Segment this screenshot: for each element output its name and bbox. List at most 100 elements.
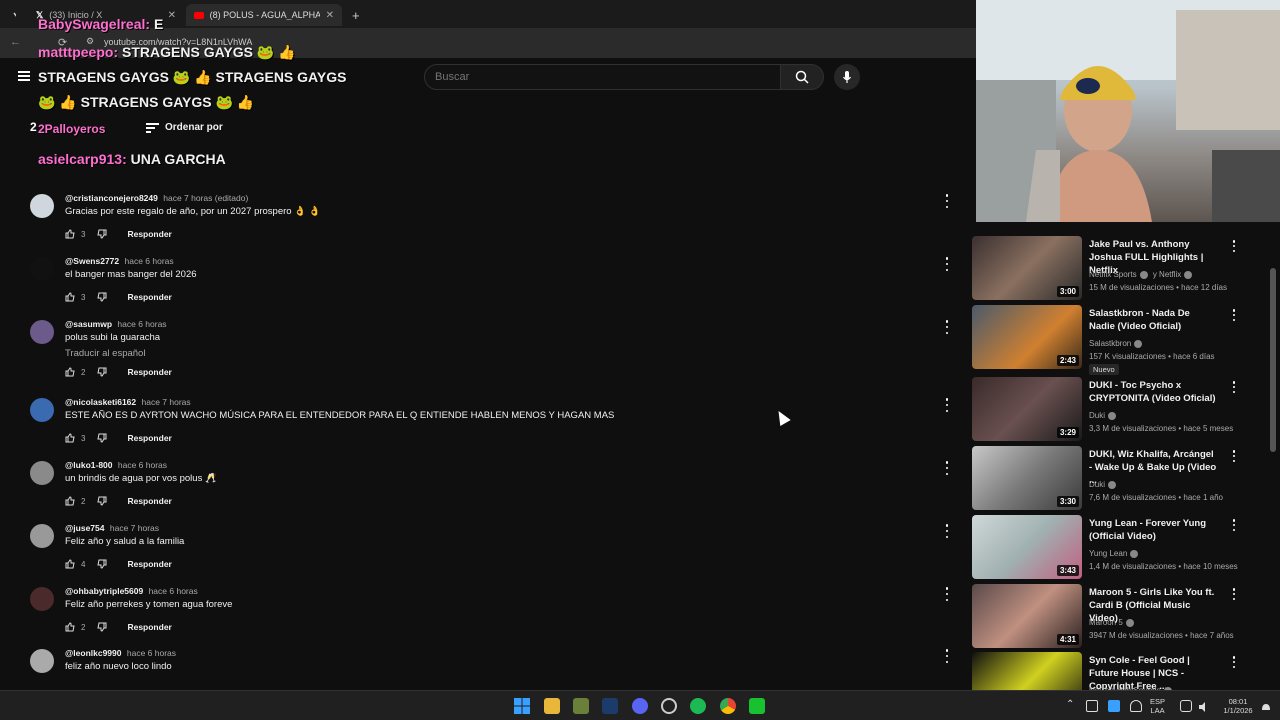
reply-button[interactable]: Responder — [127, 292, 171, 302]
video-channel[interactable]: Duki — [1089, 480, 1117, 489]
like-icon[interactable] — [65, 496, 75, 506]
avatar[interactable] — [30, 194, 54, 218]
dislike-icon[interactable] — [97, 367, 107, 377]
chrome-icon[interactable] — [720, 698, 736, 714]
avatar[interactable] — [30, 461, 54, 485]
related-video[interactable]: 3:30 DUKI, Wiz Khalifa, Arcángel - Wake … — [972, 446, 1272, 510]
dislike-icon[interactable] — [97, 559, 107, 569]
steam-icon[interactable] — [602, 698, 618, 714]
more-options-icon[interactable] — [942, 587, 952, 601]
comment-author[interactable]: @Swens2772 — [65, 256, 119, 266]
microphone-icon[interactable] — [1130, 700, 1142, 712]
kick-icon[interactable] — [749, 698, 765, 714]
voice-search-button[interactable] — [834, 64, 860, 90]
reply-button[interactable]: Responder — [127, 559, 171, 569]
video-title[interactable]: Salastkbron - Nada De Nadie (Video Ofici… — [1089, 307, 1217, 333]
comment-time[interactable]: hace 7 horas — [142, 397, 191, 407]
comment-time[interactable]: hace 6 horas — [117, 319, 166, 329]
more-options-icon[interactable] — [942, 461, 952, 475]
more-options-icon[interactable] — [1230, 309, 1238, 321]
avatar[interactable] — [30, 524, 54, 548]
related-video[interactable]: 2:43 Salastkbron - Nada De Nadie (Video … — [972, 305, 1272, 375]
like-icon[interactable] — [65, 367, 75, 377]
comment-time[interactable]: hace 6 horas — [118, 460, 167, 470]
related-video[interactable]: 3:00 Jake Paul vs. Anthony Joshua FULL H… — [972, 236, 1272, 300]
dislike-icon[interactable] — [97, 622, 107, 632]
more-options-icon[interactable] — [1230, 381, 1238, 393]
video-title[interactable]: Yung Lean - Forever Yung (Official Video… — [1089, 517, 1217, 543]
close-icon[interactable]: ✕ — [326, 10, 334, 21]
avatar[interactable] — [30, 257, 54, 281]
scrollbar[interactable] — [1270, 268, 1276, 452]
video-channel[interactable]: Netflix Sports y Netflix — [1089, 270, 1193, 279]
comment-author[interactable]: @luko1-800 — [65, 460, 113, 470]
menu-icon[interactable] — [18, 71, 30, 81]
related-video[interactable]: 4:31 Maroon 5 - Girls Like You ft. Cardi… — [972, 584, 1272, 648]
search-button[interactable] — [780, 64, 824, 90]
related-video[interactable]: 3:29 DUKI - Toc Psycho x CRYPTONITA (Vid… — [972, 377, 1272, 441]
clock[interactable]: 08:01 1/1/2026 — [1220, 697, 1256, 715]
dislike-icon[interactable] — [97, 496, 107, 506]
network-icon[interactable] — [1180, 700, 1192, 712]
comment-author[interactable]: @juse754 — [65, 523, 104, 533]
comment-author[interactable]: @leonlkc9990 — [65, 648, 122, 658]
like-icon[interactable] — [65, 433, 75, 443]
windows-start-icon[interactable] — [514, 698, 530, 714]
comment-time[interactable]: hace 6 horas — [125, 256, 174, 266]
avatar[interactable] — [30, 320, 54, 344]
video-thumbnail[interactable]: 4:31 — [972, 584, 1082, 648]
comment-author[interactable]: @ohbabytriple5609 — [65, 586, 143, 596]
more-options-icon[interactable] — [1230, 656, 1238, 668]
more-options-icon[interactable] — [942, 524, 952, 538]
reply-button[interactable]: Responder — [127, 496, 171, 506]
spotify-icon[interactable] — [690, 698, 706, 714]
close-icon[interactable]: ✕ — [168, 10, 176, 21]
like-icon[interactable] — [65, 229, 75, 239]
comment-author[interactable]: @sasumwp — [65, 319, 112, 329]
video-thumbnail[interactable]: 3:29 — [972, 377, 1082, 441]
video-title[interactable]: DUKI - Toc Psycho x CRYPTONITA (Video Of… — [1089, 379, 1217, 405]
file-explorer-icon[interactable] — [544, 698, 560, 714]
volume-icon[interactable] — [1198, 700, 1210, 712]
comment-author[interactable]: @nicolasketi6162 — [65, 397, 136, 407]
comment-time[interactable]: hace 6 horas — [127, 648, 176, 658]
like-icon[interactable] — [65, 292, 75, 302]
more-options-icon[interactable] — [1230, 450, 1238, 462]
video-channel[interactable]: Yung Lean — [1089, 549, 1139, 558]
more-options-icon[interactable] — [1230, 588, 1238, 600]
reply-button[interactable]: Responder — [127, 622, 171, 632]
search-box[interactable] — [424, 64, 782, 90]
more-options-icon[interactable] — [1230, 519, 1238, 531]
video-thumbnail[interactable]: 3:43 — [972, 515, 1082, 579]
more-options-icon[interactable] — [942, 320, 952, 334]
reply-button[interactable]: Responder — [127, 229, 171, 239]
video-thumbnail[interactable]: 2:43 — [972, 305, 1082, 369]
comment-time[interactable]: hace 7 horas — [110, 523, 159, 533]
like-icon[interactable] — [65, 622, 75, 632]
obs-icon[interactable] — [661, 698, 677, 714]
video-channel[interactable]: Salastkbron — [1089, 339, 1143, 348]
more-options-icon[interactable] — [942, 649, 952, 663]
chevron-up-icon[interactable]: ⌃ — [1066, 699, 1074, 710]
video-channel[interactable]: Duki — [1089, 411, 1117, 420]
more-options-icon[interactable] — [1230, 240, 1238, 252]
reply-button[interactable]: Responder — [127, 367, 171, 377]
like-icon[interactable] — [65, 559, 75, 569]
new-tab-button[interactable]: + — [344, 4, 364, 26]
more-options-icon[interactable] — [942, 257, 952, 271]
back-arrow-icon[interactable]: ← — [10, 36, 21, 48]
reply-button[interactable]: Responder — [127, 433, 171, 443]
discord-icon[interactable] — [632, 698, 648, 714]
dislike-icon[interactable] — [97, 292, 107, 302]
related-video[interactable]: 3:43 Yung Lean - Forever Yung (Official … — [972, 515, 1272, 579]
avatar[interactable] — [30, 649, 54, 673]
search-input[interactable] — [425, 65, 781, 89]
video-thumbnail[interactable]: 3:00 — [972, 236, 1082, 300]
dislike-icon[interactable] — [97, 229, 107, 239]
more-options-icon[interactable] — [942, 194, 952, 208]
avatar[interactable] — [30, 587, 54, 611]
video-thumbnail[interactable]: 3:30 — [972, 446, 1082, 510]
comment-time[interactable]: hace 7 horas (editado) — [163, 193, 248, 203]
comment-author[interactable]: @cristianconejero8249 — [65, 193, 158, 203]
tray-app-icon[interactable] — [1108, 700, 1120, 712]
